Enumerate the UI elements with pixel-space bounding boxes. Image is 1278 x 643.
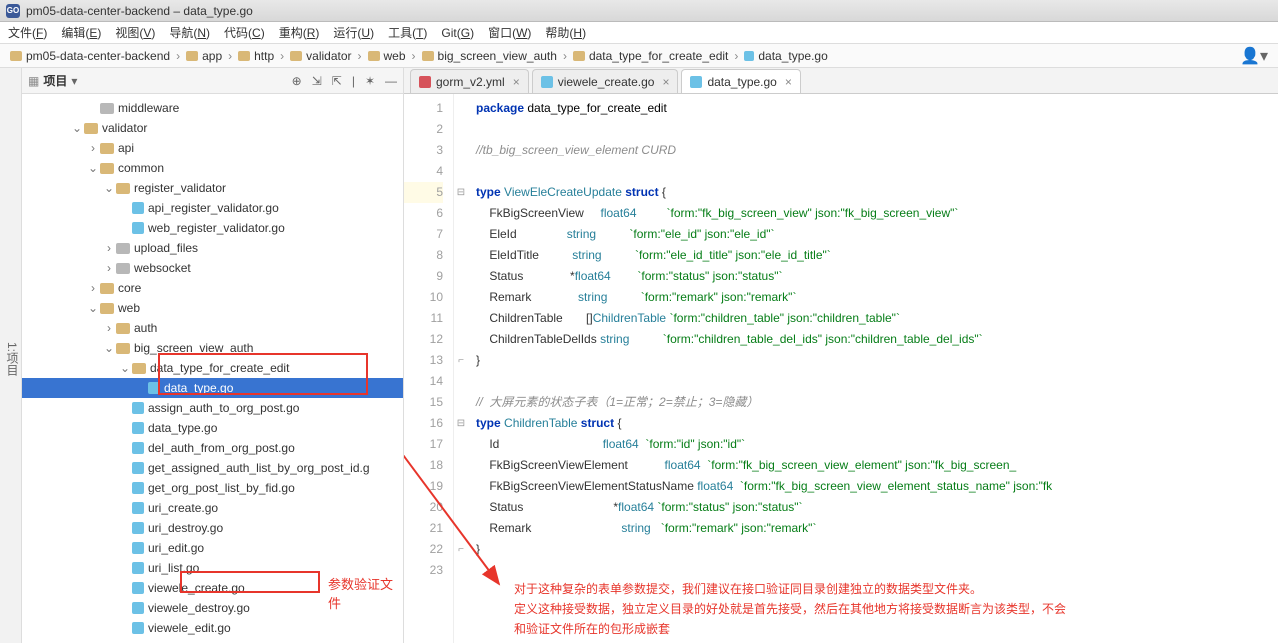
tree-item[interactable]: web_register_validator.go bbox=[22, 218, 403, 238]
menu-工具[interactable]: 工具(T) bbox=[388, 24, 427, 41]
menu-视图[interactable]: 视图(V) bbox=[115, 24, 155, 41]
app-icon: GO bbox=[6, 4, 20, 18]
sidebar-title[interactable]: 项目 bbox=[43, 72, 67, 89]
breadcrumb-item[interactable]: big_screen_view_auth bbox=[422, 49, 573, 63]
fold-gutter[interactable]: ⊟⌐⊟⌐ bbox=[454, 94, 468, 643]
collapse-icon[interactable]: ⇱ bbox=[332, 74, 342, 88]
code-lines[interactable]: package data_type_for_create_edit//tb_bi… bbox=[468, 94, 1278, 643]
close-icon[interactable]: × bbox=[662, 75, 669, 89]
tree-item[interactable]: ›auth bbox=[22, 318, 403, 338]
tree-item[interactable]: uri_create.go bbox=[22, 498, 403, 518]
tree-item[interactable]: middleware bbox=[22, 98, 403, 118]
tree-item[interactable]: uri_edit.go bbox=[22, 538, 403, 558]
tool-window-stripe[interactable]: 1:项目 bbox=[0, 68, 22, 643]
tree-item[interactable]: get_assigned_auth_list_by_org_post_id.g bbox=[22, 458, 403, 478]
tabbar: gorm_v2.yml×viewele_create.go×data_type.… bbox=[404, 68, 1278, 94]
close-icon[interactable]: × bbox=[513, 75, 520, 89]
tree-item[interactable]: ⌄register_validator bbox=[22, 178, 403, 198]
tree-item[interactable]: ›api bbox=[22, 138, 403, 158]
user-icon[interactable]: 👤▾ bbox=[1240, 46, 1268, 66]
project-sidebar: ▦ 项目 ▾ ⊕ ⇲ ⇱ | ✶ — 参数验证文件 middleware⌄val… bbox=[22, 68, 404, 643]
tree-item[interactable]: ⌄validator bbox=[22, 118, 403, 138]
breadcrumbs: pm05-data-center-backendapphttpvalidator… bbox=[0, 44, 1278, 68]
expand-icon[interactable]: ⇲ bbox=[312, 74, 322, 88]
tree-item[interactable]: get_org_post_list_by_fid.go bbox=[22, 478, 403, 498]
menu-Git[interactable]: Git(G) bbox=[441, 26, 474, 40]
menu-代码[interactable]: 代码(C) bbox=[224, 24, 265, 41]
breadcrumb-item[interactable]: validator bbox=[290, 49, 367, 63]
window-title: pm05-data-center-backend – data_type.go bbox=[26, 4, 253, 18]
tree-item[interactable]: data_type.go bbox=[22, 378, 403, 398]
locate-icon[interactable]: ⊕ bbox=[292, 74, 302, 88]
tree-item[interactable]: uri_destroy.go bbox=[22, 518, 403, 538]
breadcrumb-item[interactable]: app bbox=[186, 49, 238, 63]
tree-item[interactable]: ›upload_files bbox=[22, 238, 403, 258]
titlebar: GO pm05-data-center-backend – data_type.… bbox=[0, 0, 1278, 22]
breadcrumb-item[interactable]: data_type_for_create_edit bbox=[573, 49, 744, 63]
chevron-down-icon[interactable]: ▾ bbox=[71, 74, 77, 88]
sidebar-header: ▦ 项目 ▾ ⊕ ⇲ ⇱ | ✶ — bbox=[22, 68, 403, 94]
editor-area: gorm_v2.yml×viewele_create.go×data_type.… bbox=[404, 68, 1278, 643]
breadcrumb-item[interactable]: http bbox=[238, 49, 290, 63]
menu-运行[interactable]: 运行(U) bbox=[333, 24, 374, 41]
tree-item[interactable]: assign_auth_to_org_post.go bbox=[22, 398, 403, 418]
breadcrumb-item[interactable]: pm05-data-center-backend bbox=[10, 49, 186, 63]
line-gutter: 1234567891011121314151617181920212223 bbox=[404, 94, 454, 643]
project-icon: ▦ bbox=[28, 74, 39, 88]
tree-item[interactable]: ›websocket bbox=[22, 258, 403, 278]
tree-item[interactable]: ⌄web bbox=[22, 298, 403, 318]
gear-icon[interactable]: ✶ bbox=[365, 74, 375, 88]
code-editor[interactable]: 1234567891011121314151617181920212223 ⊟⌐… bbox=[404, 94, 1278, 643]
menu-窗口[interactable]: 窗口(W) bbox=[488, 24, 531, 41]
editor-tab[interactable]: gorm_v2.yml× bbox=[410, 69, 529, 93]
menu-帮助[interactable]: 帮助(H) bbox=[545, 24, 586, 41]
menu-重构[interactable]: 重构(R) bbox=[279, 24, 320, 41]
tree-item[interactable]: del_auth_from_org_post.go bbox=[22, 438, 403, 458]
menubar: 文件(F) 编辑(E) 视图(V) 导航(N) 代码(C) 重构(R) 运行(U) 工具(T)… bbox=[0, 22, 1278, 44]
editor-tab[interactable]: data_type.go× bbox=[681, 69, 800, 93]
tree-item[interactable]: api_register_validator.go bbox=[22, 198, 403, 218]
file-tree[interactable]: 参数验证文件 middleware⌄validator›api⌄common⌄r… bbox=[22, 94, 403, 643]
divider: | bbox=[352, 74, 355, 88]
tree-item[interactable]: ⌄common bbox=[22, 158, 403, 178]
breadcrumb-item[interactable]: web bbox=[368, 49, 422, 63]
close-icon[interactable]: × bbox=[785, 75, 792, 89]
tree-item[interactable]: ⌄big_screen_view_auth bbox=[22, 338, 403, 358]
tree-item[interactable]: viewele_edit.go bbox=[22, 618, 403, 638]
tree-item[interactable]: data_type.go bbox=[22, 418, 403, 438]
editor-tab[interactable]: viewele_create.go× bbox=[532, 69, 679, 93]
menu-编辑[interactable]: 编辑(E) bbox=[61, 24, 101, 41]
menu-导航[interactable]: 导航(N) bbox=[169, 24, 210, 41]
tree-item[interactable]: ⌄data_type_for_create_edit bbox=[22, 358, 403, 378]
hide-icon[interactable]: — bbox=[385, 74, 397, 88]
annotation-label: 参数验证文件 bbox=[328, 574, 403, 612]
breadcrumb-item[interactable]: data_type.go bbox=[744, 49, 839, 63]
tree-item[interactable]: ›core bbox=[22, 278, 403, 298]
menu-文件[interactable]: 文件(F) bbox=[8, 24, 47, 41]
annotation-text: 对于这种复杂的表单参数提交，我们建议在接口验证同目录创建独立的数据类型文件夹。 … bbox=[514, 579, 1274, 639]
